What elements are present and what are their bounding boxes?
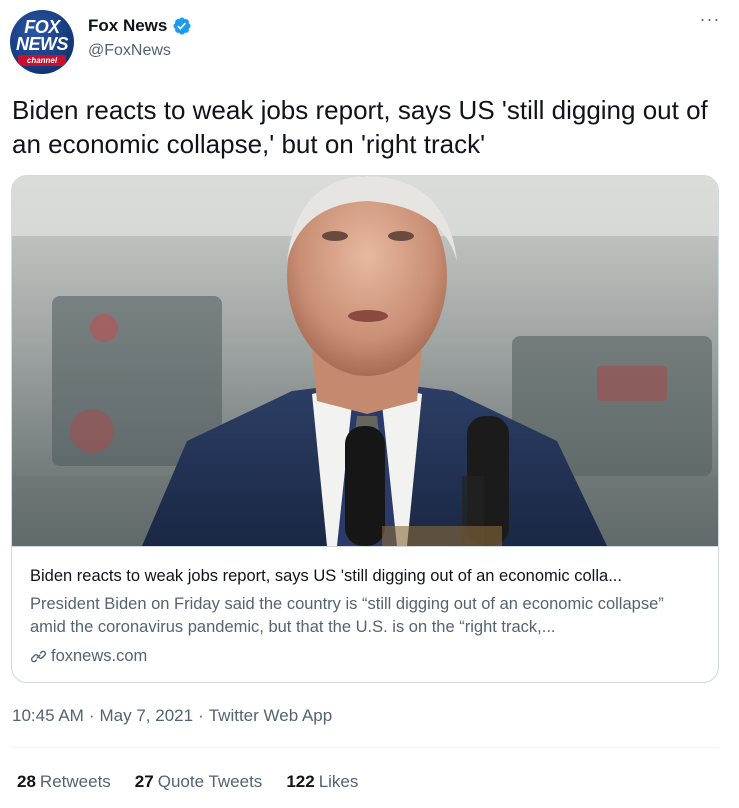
avatar-logo-channel: channel	[18, 55, 66, 66]
tweet-text: Biden reacts to weak jobs report, says U…	[12, 95, 708, 159]
display-name[interactable]: Fox News	[88, 16, 167, 36]
more-options-icon[interactable]: ···	[696, 10, 724, 32]
name-row: Fox News	[88, 14, 192, 38]
handle[interactable]: @FoxNews	[88, 42, 171, 60]
card-domain[interactable]: foxnews.com	[30, 647, 147, 666]
engagement-stats: 28 Retweets 27 Quote Tweets 122 Likes	[17, 772, 382, 792]
speaker-photo	[12, 176, 718, 546]
card-body[interactable]: Biden reacts to weak jobs report, says U…	[12, 546, 718, 682]
card-domain-text: foxnews.com	[51, 647, 148, 665]
retweets-label: Retweets	[39, 772, 111, 791]
card-image[interactable]	[12, 176, 718, 546]
verified-badge-icon	[173, 17, 191, 35]
quote-tweets-stat[interactable]: 27 Quote Tweets	[135, 772, 263, 792]
tweet-header: FOX NEWS channel Fox News @FoxNews ···	[10, 8, 730, 74]
likes-label: Likes	[318, 772, 359, 791]
link-card[interactable]: Biden reacts to weak jobs report, says U…	[11, 175, 719, 683]
quotes-label: Quote Tweets	[157, 772, 263, 791]
avatar-logo-news: NEWS	[16, 34, 69, 54]
likes-count: 122	[286, 772, 315, 791]
tweet-source[interactable]: Twitter Web App	[209, 706, 332, 726]
retweets-stat[interactable]: 28 Retweets	[17, 772, 111, 792]
likes-stat[interactable]: 122 Likes	[286, 772, 358, 792]
meta-separator: ·	[198, 706, 204, 725]
tweet-meta: 10:45 AM · May 7, 2021 · Twitter Web App	[12, 706, 332, 726]
tweet-date[interactable]: May 7, 2021	[100, 706, 194, 726]
quotes-count: 27	[134, 772, 154, 791]
divider	[12, 747, 719, 748]
retweets-count: 28	[17, 772, 36, 791]
card-title[interactable]: Biden reacts to weak jobs report, says U…	[30, 567, 702, 586]
tweet-time[interactable]: 10:45 AM	[12, 706, 84, 726]
meta-separator: ·	[88, 706, 95, 725]
card-description: President Biden on Friday said the count…	[30, 595, 664, 636]
link-icon	[30, 650, 47, 663]
avatar[interactable]: FOX NEWS channel	[10, 10, 74, 74]
